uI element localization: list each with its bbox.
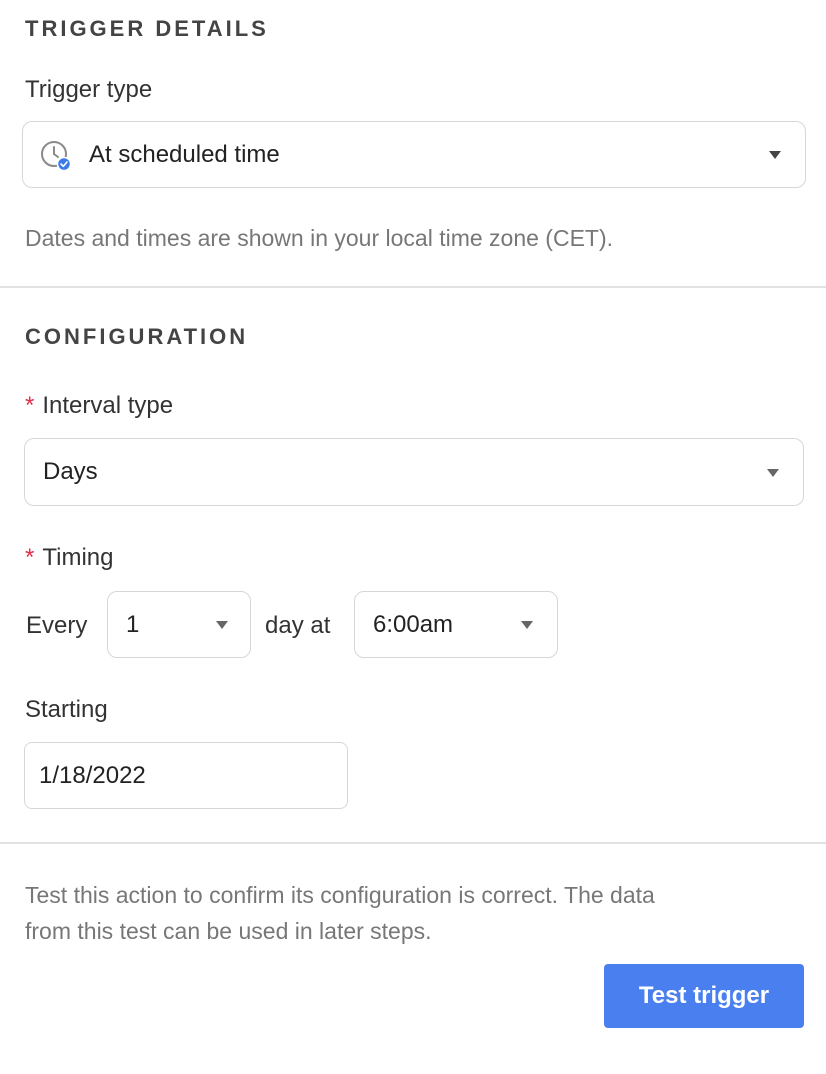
timezone-note: Dates and times are shown in your local … xyxy=(25,225,614,251)
chevron-down-icon xyxy=(767,469,779,477)
scheduled-clock-icon xyxy=(39,139,73,173)
every-count-select[interactable]: 1 xyxy=(107,591,251,658)
chevron-down-icon xyxy=(769,151,781,159)
interval-type-label-text: Interval type xyxy=(42,392,174,419)
required-marker: * xyxy=(25,392,35,419)
test-note: Test this action to confirm its configur… xyxy=(25,877,655,949)
configuration-heading: CONFIGURATION xyxy=(25,324,249,349)
chevron-down-icon xyxy=(216,621,228,629)
starting-date-value: 1/18/2022 xyxy=(39,761,146,789)
interval-type-select[interactable]: Days xyxy=(24,438,804,506)
day-at-text: day at xyxy=(265,612,331,639)
interval-type-value: Days xyxy=(43,458,98,485)
required-marker: * xyxy=(25,544,35,571)
interval-type-label: * Interval type xyxy=(25,392,173,420)
trigger-type-label: Trigger type xyxy=(25,76,153,103)
every-text: Every xyxy=(26,612,88,639)
trigger-details-heading: TRIGGER DETAILS xyxy=(25,16,269,41)
section-divider xyxy=(0,842,826,844)
starting-date-input[interactable]: 1/18/2022 xyxy=(24,742,348,809)
test-trigger-button[interactable]: Test trigger xyxy=(604,964,804,1028)
test-note-line-1: Test this action to confirm its configur… xyxy=(25,882,655,908)
trigger-type-select[interactable]: At scheduled time xyxy=(22,121,806,188)
timing-label-text: Timing xyxy=(42,544,114,571)
starting-label: Starting xyxy=(25,696,108,723)
chevron-down-icon xyxy=(521,621,533,629)
every-count-value: 1 xyxy=(126,610,140,638)
section-divider xyxy=(0,286,826,288)
time-select[interactable]: 6:00am xyxy=(354,591,558,658)
time-value: 6:00am xyxy=(373,610,454,638)
timing-label: * Timing xyxy=(25,544,113,572)
test-note-line-2: from this test can be used in later step… xyxy=(25,918,432,944)
trigger-type-value: At scheduled time xyxy=(89,140,280,168)
